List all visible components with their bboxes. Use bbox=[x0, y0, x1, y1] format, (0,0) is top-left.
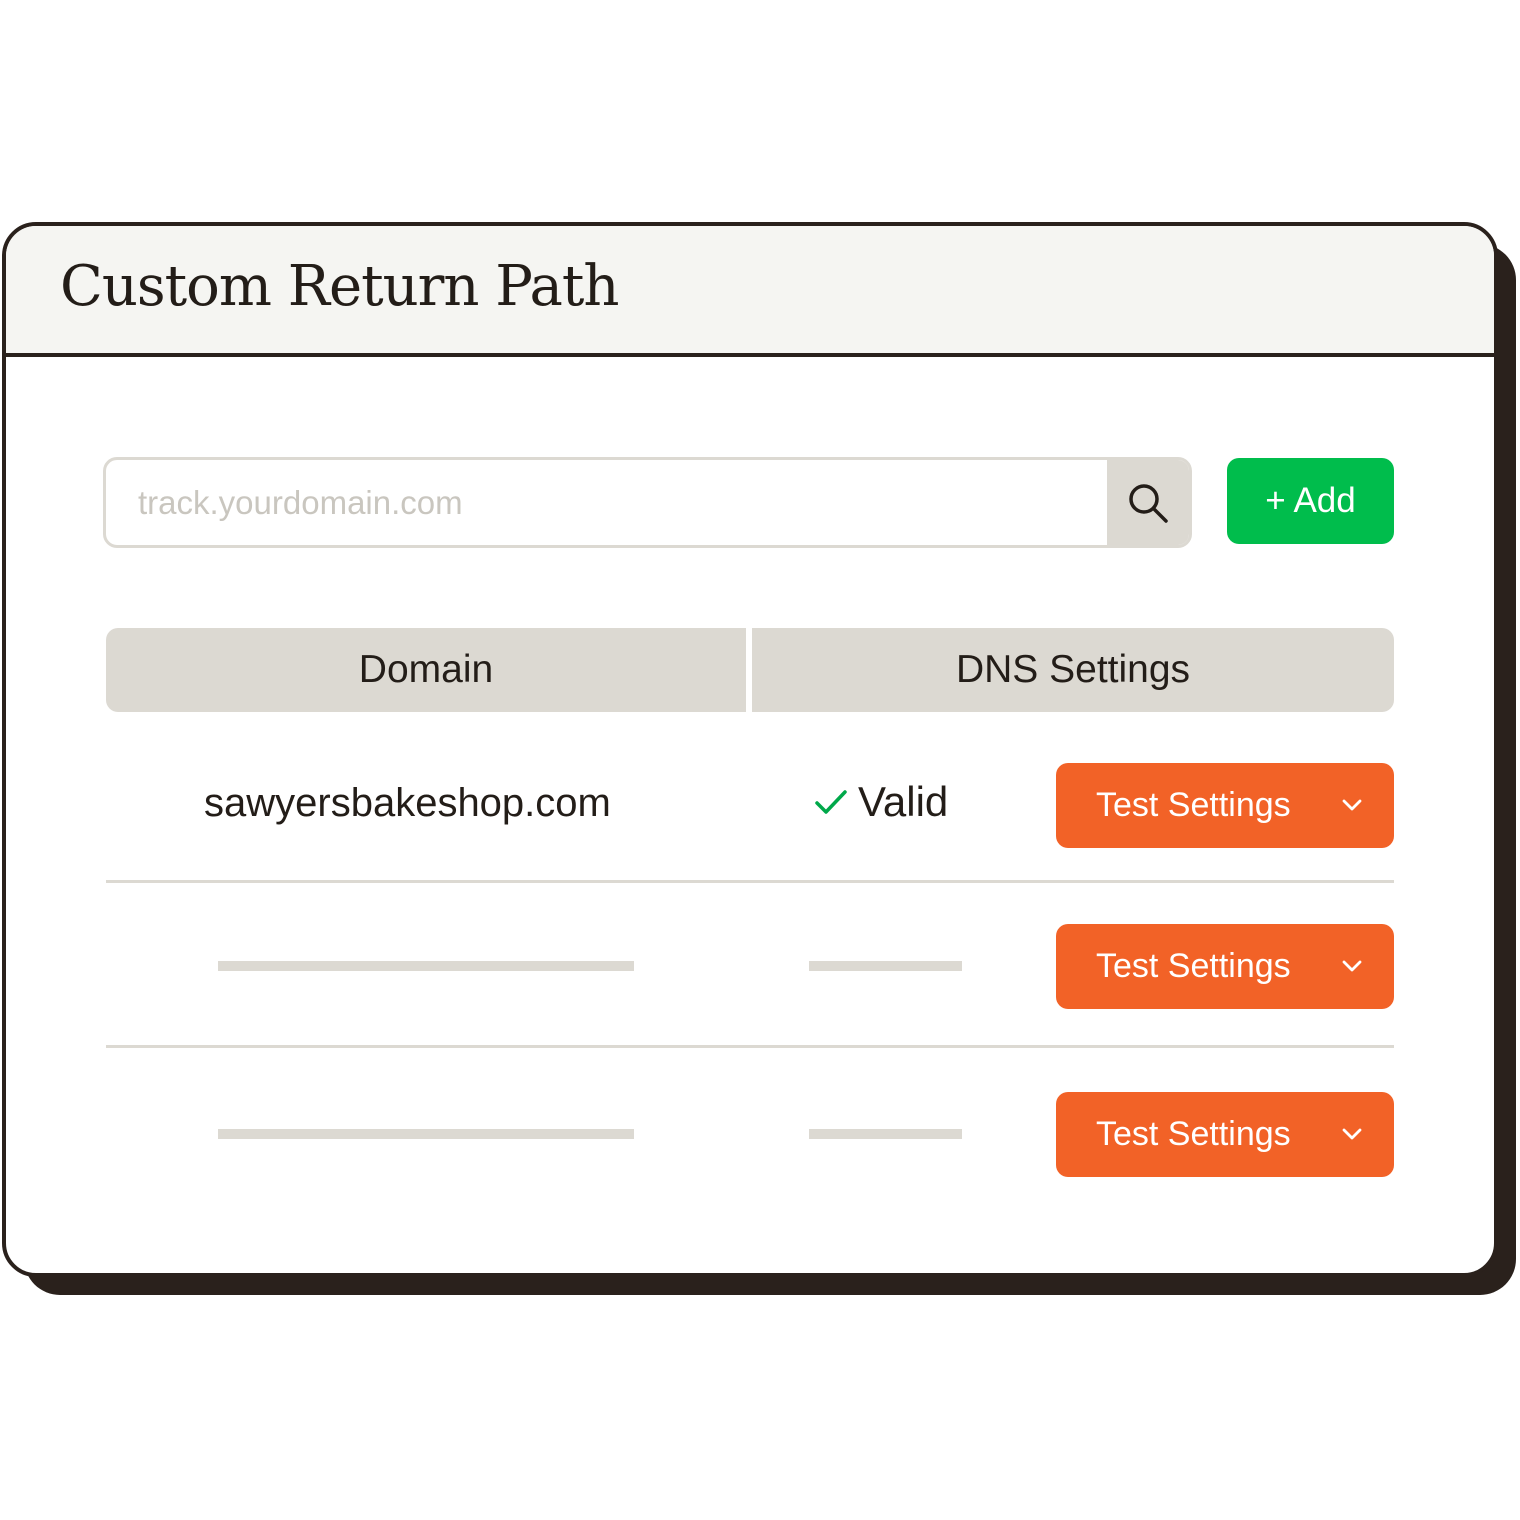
test-settings-button[interactable]: Test Settings bbox=[1056, 924, 1394, 1009]
check-icon bbox=[815, 790, 847, 814]
search-icon bbox=[1129, 483, 1168, 523]
test-settings-button[interactable]: Test Settings bbox=[1056, 1092, 1394, 1177]
status-label: Valid bbox=[858, 778, 949, 825]
panel-header: Custom Return Path bbox=[6, 226, 1494, 357]
row-divider bbox=[106, 880, 1394, 883]
chevron-down-icon bbox=[1342, 799, 1362, 811]
domain-input[interactable] bbox=[106, 460, 1104, 545]
column-header-domain: Domain bbox=[106, 628, 746, 712]
search-button[interactable] bbox=[1107, 460, 1189, 545]
chevron-down-icon bbox=[1342, 1128, 1362, 1140]
row-domain-name: sawyersbakeshop.com bbox=[204, 781, 611, 825]
custom-return-path-panel: Custom Return Path + Add Domain DNS Sett… bbox=[2, 222, 1498, 1277]
test-settings-label: Test Settings bbox=[1096, 947, 1291, 985]
test-settings-button[interactable]: Test Settings bbox=[1056, 763, 1394, 848]
column-header-dns-settings: DNS Settings bbox=[752, 628, 1394, 712]
domain-placeholder-bar bbox=[218, 1129, 634, 1139]
chevron-down-icon bbox=[1342, 960, 1362, 972]
domain-search-box bbox=[103, 457, 1192, 548]
test-settings-label: Test Settings bbox=[1096, 786, 1291, 824]
add-button[interactable]: + Add bbox=[1227, 458, 1394, 544]
page-title: Custom Return Path bbox=[60, 254, 619, 319]
row-divider bbox=[106, 1045, 1394, 1048]
status-placeholder-bar bbox=[809, 961, 962, 971]
status-placeholder-bar bbox=[809, 1129, 962, 1139]
test-settings-label: Test Settings bbox=[1096, 1115, 1291, 1153]
status-valid: Valid bbox=[814, 778, 948, 826]
domain-placeholder-bar bbox=[218, 961, 634, 971]
